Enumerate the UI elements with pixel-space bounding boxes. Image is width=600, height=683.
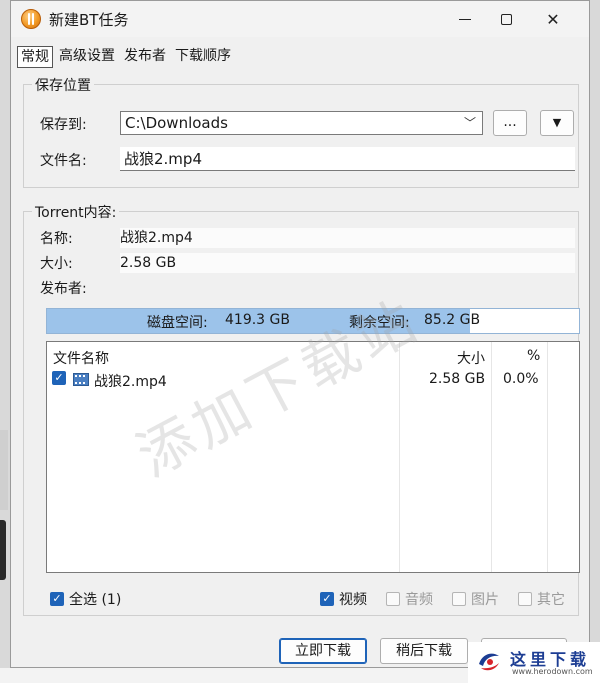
background-edge (0, 430, 8, 510)
tab-download-order[interactable]: 下载顺序 (172, 46, 234, 66)
download-later-button[interactable]: 稍后下载 (380, 638, 468, 664)
tab-general[interactable]: 常规 (17, 46, 53, 68)
new-bt-task-dialog: 新建BT任务 ✕ 常规 高级设置 发布者 下载顺序 保存位置 保存到: C:\D… (10, 0, 590, 668)
size-label: 大小: (40, 256, 73, 272)
check-icon: ✓ (320, 592, 334, 606)
disk-space-value: 419.3 GB (225, 312, 290, 328)
filename-label: 文件名: (40, 153, 87, 169)
site-url: www.herodown.com (512, 667, 593, 676)
dropdown-button[interactable]: ▼ (540, 110, 574, 136)
column-divider (491, 342, 492, 572)
file-row-name: 战狼2.mp4 (94, 374, 167, 390)
tab-bar: 常规 高级设置 发布者 下载顺序 (17, 46, 237, 68)
video-label: 视频 (339, 592, 367, 608)
maximize-button[interactable] (487, 4, 531, 34)
size-value: 2.58 GB (120, 253, 575, 273)
video-file-icon (73, 373, 89, 386)
file-row-checkbox[interactable]: ✓ (52, 371, 66, 385)
browse-button[interactable]: ... (493, 110, 527, 136)
background-edge-dark (0, 520, 6, 580)
site-logo: 这里下载 www.herodown.com (468, 642, 600, 683)
publisher-value (120, 278, 575, 298)
filename-input[interactable]: 战狼2.mp4 (120, 147, 575, 171)
download-now-button[interactable]: 立即下载 (279, 638, 367, 664)
select-all-label: 全选 (1) (69, 592, 122, 608)
column-divider (547, 342, 548, 572)
other-label: 其它 (537, 592, 565, 608)
file-row-percent: 0.0% (503, 371, 539, 387)
free-space-value: 85.2 GB (424, 312, 481, 328)
audio-label: 音频 (405, 592, 433, 608)
video-checkbox[interactable]: ✓ 视频 (320, 589, 367, 609)
save-location-title: 保存位置 (32, 75, 94, 95)
image-label: 图片 (471, 592, 499, 608)
header-filename[interactable]: 文件名称 (53, 348, 109, 368)
site-logo-icon (479, 653, 499, 671)
unchecked-icon (452, 592, 466, 606)
save-to-combobox[interactable]: C:\Downloads ﹀ (120, 111, 483, 135)
title-bar[interactable]: 新建BT任务 ✕ (11, 1, 589, 37)
header-size[interactable]: 大小 (457, 348, 485, 368)
header-percent[interactable]: % (527, 348, 540, 364)
file-row-size: 2.58 GB (429, 371, 486, 387)
save-location-group: 保存位置 保存到: C:\Downloads ﹀ ... ▼ 文件名: 战狼2.… (23, 75, 579, 188)
other-checkbox[interactable]: 其它 (518, 589, 565, 609)
tab-advanced[interactable]: 高级设置 (56, 46, 118, 66)
name-label: 名称: (40, 231, 73, 247)
chevron-down-icon[interactable]: ﹀ (464, 112, 476, 134)
maximize-icon (501, 13, 512, 25)
audio-checkbox[interactable]: 音频 (386, 589, 433, 609)
select-all-checkbox[interactable]: ✓ 全选 (1) (50, 589, 121, 609)
unchecked-icon (518, 592, 532, 606)
save-to-label: 保存到: (40, 117, 87, 133)
unchecked-icon (386, 592, 400, 606)
check-icon: ✓ (50, 592, 64, 606)
window-title: 新建BT任务 (49, 11, 129, 29)
image-checkbox[interactable]: 图片 (452, 589, 499, 609)
minimize-icon (459, 18, 471, 20)
close-button[interactable]: ✕ (531, 4, 575, 34)
save-to-value: C:\Downloads (125, 114, 228, 132)
app-icon (21, 9, 41, 29)
publisher-label: 发布者: (40, 281, 87, 297)
name-value: 战狼2.mp4 (120, 228, 575, 248)
torrent-content-title: Torrent内容: (32, 202, 120, 222)
tab-publisher[interactable]: 发布者 (121, 46, 169, 66)
minimize-button[interactable] (443, 4, 487, 34)
triangle-down-icon: ▼ (552, 116, 562, 129)
disk-space-label: 磁盘空间: (147, 315, 208, 331)
column-divider (399, 342, 400, 572)
close-icon: ✕ (546, 9, 560, 29)
